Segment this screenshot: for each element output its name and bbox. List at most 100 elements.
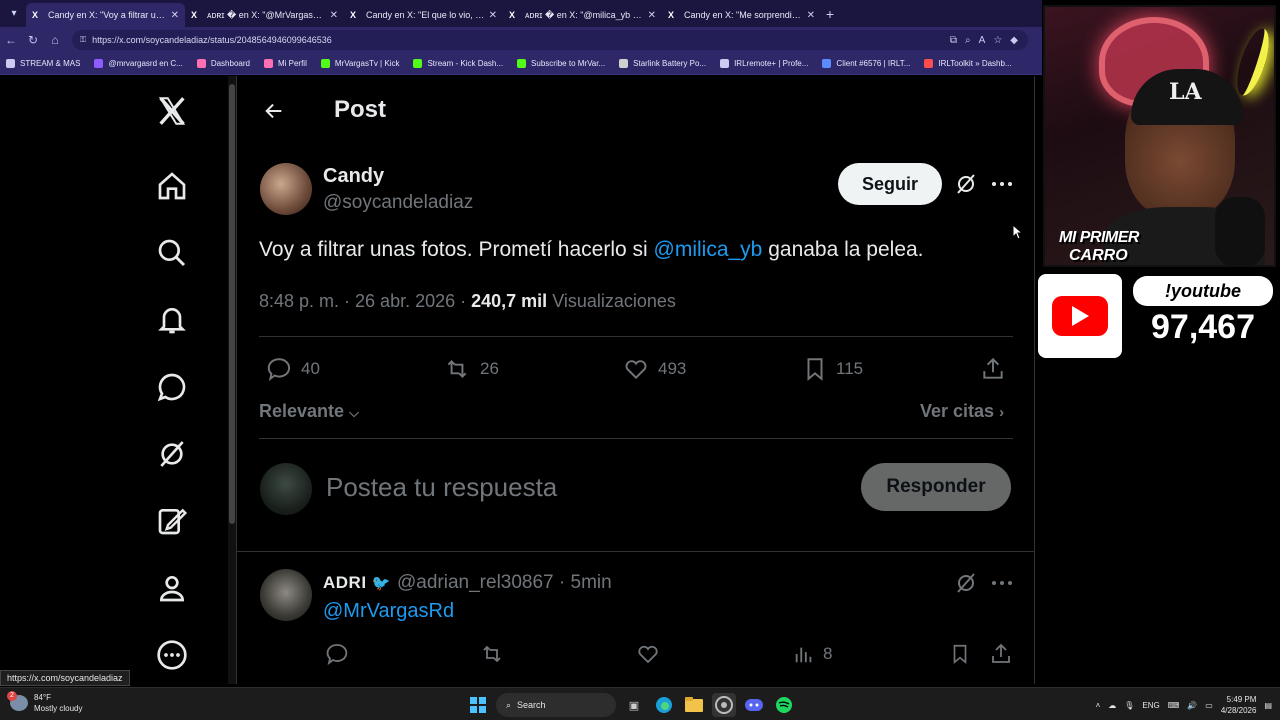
browser-tab-1[interactable]: X ᴀᴅʀɪ � en X: "@MrVargasRd" / X ✕ — [185, 3, 344, 27]
taskbar-search[interactable]: ⌕ Search — [496, 693, 616, 717]
tweet-mention-link[interactable]: @milica_yb — [654, 238, 763, 261]
reload-icon[interactable]: ↻ — [22, 33, 44, 47]
home-icon[interactable]: ⌂ — [44, 33, 66, 47]
bookmark-item[interactable]: Stream - Kick Dash... — [413, 59, 503, 68]
tweet-timestamp[interactable]: 8:48 p. m. · 26 abr. 2026 · — [259, 291, 471, 311]
reply-icon — [267, 358, 291, 382]
spotify-icon[interactable] — [772, 693, 796, 717]
comment-handle[interactable]: @adrian_rel30867 · 5min — [397, 572, 612, 594]
clock[interactable]: 5:49 PM 4/28/2026 — [1221, 694, 1257, 716]
bookmark-item[interactable]: IRLremote+ | Profe... — [720, 59, 808, 68]
comment-avatar[interactable] — [260, 569, 312, 621]
follow-button[interactable]: Seguir — [838, 163, 942, 205]
home-nav-icon[interactable] — [153, 167, 191, 205]
edge-browser-icon[interactable] — [652, 693, 676, 717]
browser-tab-3[interactable]: X ᴀᴅʀɪ � en X: "@milica_yb @MrVar ✕ — [503, 3, 662, 27]
volume-icon[interactable]: 🔊 — [1187, 701, 1197, 710]
tab-list-button[interactable]: ▾ — [2, 4, 26, 24]
bookmark-item[interactable]: IRLToolkit » Dashb... — [924, 59, 1012, 68]
app-install-icon[interactable]: ⧉ — [950, 35, 957, 46]
close-tab-icon[interactable]: ✕ — [171, 10, 179, 21]
youtube-subscriber-count: 97,467 — [1151, 308, 1255, 346]
compose-icon[interactable] — [153, 502, 191, 540]
comment-like-action[interactable] — [636, 642, 660, 666]
start-windows-icon[interactable] — [466, 693, 490, 717]
reply-button[interactable]: Responder — [861, 463, 1011, 511]
bookmark-item[interactable]: STREAM & MAS — [6, 59, 80, 68]
task-view-icon[interactable]: ▣ — [622, 693, 646, 717]
file-explorer-icon[interactable] — [682, 693, 706, 717]
repost-action[interactable]: 26 — [442, 356, 499, 382]
share-action[interactable] — [980, 356, 1006, 382]
new-tab-icon[interactable]: + — [821, 6, 839, 22]
comment-mention-link[interactable]: @MrVargasRd — [323, 600, 454, 623]
browser-tab-0[interactable]: X Candy en X: "Voy a filtrar unas fotos … — [26, 3, 185, 27]
language-indicator[interactable]: ENG — [1142, 701, 1159, 710]
grok-icon[interactable] — [153, 435, 191, 473]
bookmark-item[interactable]: Client #6576 | IRLT... — [822, 59, 910, 68]
bookmark-item[interactable]: MrVargasTv | Kick — [320, 59, 399, 68]
comment-author-name[interactable]: ADRI 🐦 — [323, 573, 391, 593]
grok-icon[interactable] — [952, 569, 980, 597]
grok-icon[interactable] — [952, 170, 980, 198]
bookmark-item[interactable]: Mi Perfil — [263, 59, 307, 68]
weather-widget[interactable]: 2 84°F Mostly cloudy — [7, 691, 82, 714]
comment-reply-action[interactable] — [325, 642, 349, 666]
comment-share-action[interactable] — [989, 642, 1013, 666]
zoom-icon[interactable]: ⌕ — [965, 35, 971, 46]
bookmark-label: Subscribe to MrVar... — [531, 59, 606, 68]
notifications-icon[interactable]: ▤ — [1264, 701, 1272, 710]
author-handle[interactable]: @soycandeladiaz — [323, 192, 473, 214]
back-arrow-icon[interactable] — [259, 96, 289, 126]
bookmark-icon — [807, 358, 823, 381]
sidebar-scrollbar[interactable] — [228, 76, 236, 684]
reply-action[interactable]: 40 — [265, 356, 320, 382]
comment-bookmark-action[interactable] — [949, 642, 971, 666]
url-field[interactable]: ⚿ https://x.com/soycandeladiaz/status/20… — [72, 30, 1028, 50]
bookmark-label: STREAM & MAS — [20, 59, 81, 68]
notifications-bell-icon[interactable] — [153, 301, 191, 339]
close-tab-icon[interactable]: ✕ — [807, 10, 815, 21]
read-aloud-icon[interactable]: A — [979, 35, 986, 46]
bookmark-action[interactable]: 115 — [802, 356, 863, 382]
sort-replies-dropdown[interactable]: Relevante ⌵ — [259, 401, 359, 422]
close-tab-icon[interactable]: ✕ — [489, 10, 497, 21]
site-info-icon[interactable]: ⚿ — [80, 35, 86, 45]
profile-icon[interactable] — [153, 569, 191, 607]
bookmark-item[interactable]: Subscribe to MrVar... — [517, 59, 605, 68]
chevron-up-icon[interactable]: ˄ — [1096, 701, 1101, 710]
browser-tab-2[interactable]: X Candy en X: "El que lo vio, lo vio ✕ — [344, 3, 503, 27]
onedrive-icon[interactable]: ☁ — [1108, 701, 1116, 710]
extension-icon[interactable]: ◆ — [1010, 35, 1018, 46]
messages-icon[interactable] — [153, 368, 191, 406]
network-icon[interactable]: ⌨ — [1168, 701, 1180, 710]
favorite-star-icon[interactable]: ☆ — [993, 35, 1002, 46]
bookmark-item[interactable]: Starlink Battery Po... — [619, 59, 706, 68]
more-options-icon[interactable] — [153, 636, 191, 674]
comment-view-count: 8 — [823, 644, 833, 663]
more-options-icon[interactable] — [987, 569, 1017, 597]
close-tab-icon[interactable]: ✕ — [330, 10, 338, 21]
comment-views-action[interactable]: 8 — [793, 642, 832, 666]
scrollbar-thumb[interactable] — [229, 84, 235, 524]
bookmark-item[interactable]: @mrvargasrd en C... — [94, 59, 183, 68]
clock-time: 5:49 PM — [1226, 695, 1257, 704]
battery-icon[interactable]: ▭ — [1205, 701, 1213, 710]
back-icon[interactable]: ← — [0, 33, 22, 47]
x-logo-icon[interactable] — [153, 92, 191, 130]
heart-icon — [638, 645, 658, 664]
author-name[interactable]: Candy — [323, 165, 384, 188]
browser-tab-4[interactable]: X Candy en X: "Me sorprendió la rea ✕ — [662, 3, 821, 27]
close-tab-icon[interactable]: ✕ — [648, 10, 656, 21]
search-nav-icon[interactable] — [153, 234, 191, 272]
view-quotes-link[interactable]: Ver citas › — [920, 401, 1004, 422]
chrome-dev-icon[interactable] — [712, 693, 736, 717]
bookmark-item[interactable]: Dashboard — [196, 59, 250, 68]
discord-icon[interactable] — [742, 693, 766, 717]
reply-input[interactable]: Postea tu respuesta — [326, 472, 557, 503]
microphone-icon[interactable]: 🎙 — [1124, 701, 1134, 710]
like-action[interactable]: 493 — [622, 356, 686, 382]
more-options-icon[interactable] — [987, 170, 1017, 198]
comment-repost-action[interactable] — [479, 642, 505, 666]
author-avatar[interactable] — [260, 163, 312, 215]
